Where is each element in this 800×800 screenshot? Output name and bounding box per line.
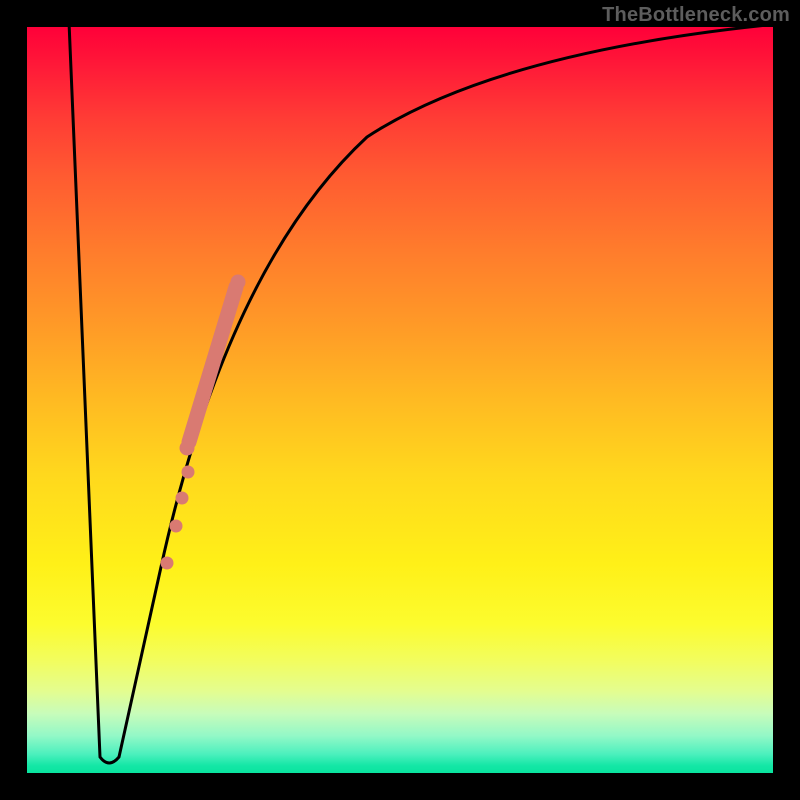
curve-layer (27, 27, 773, 773)
scatter-dot (182, 466, 195, 479)
scatter-dot (176, 492, 189, 505)
scatter-dot (170, 520, 183, 533)
watermark-text: TheBottleneck.com (602, 4, 790, 27)
scatter-dot (231, 275, 246, 290)
chart-frame: TheBottleneck.com (0, 0, 800, 800)
plot-area (27, 27, 773, 773)
scatter-dot (161, 557, 174, 570)
scatter-dense-segment (189, 287, 236, 442)
bottleneck-curve (69, 27, 773, 763)
scatter-dot (180, 441, 195, 456)
